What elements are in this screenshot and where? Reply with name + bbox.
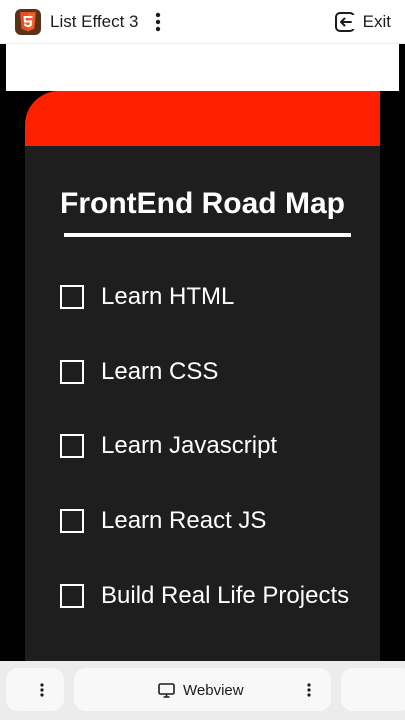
- task-item[interactable]: Learn CSS: [60, 357, 218, 387]
- html5-icon[interactable]: [15, 9, 41, 35]
- bottom-toolbar: Webview: [0, 661, 405, 720]
- task-item[interactable]: Build Real Life Projects: [60, 581, 349, 611]
- webview-label: Webview: [183, 681, 244, 699]
- more-options-icon[interactable]: [151, 10, 165, 34]
- task-label: Learn CSS: [101, 358, 219, 385]
- task-label: Learn React JS: [101, 507, 267, 534]
- monitor-icon: [158, 682, 175, 698]
- task-label: Build Real Life Projects: [101, 582, 350, 609]
- webview-tab-content: Webview: [158, 680, 244, 700]
- left-panel-tab[interactable]: [6, 668, 64, 711]
- task-checkbox[interactable]: [60, 360, 84, 384]
- more-options-graphic: [40, 683, 44, 697]
- task-item[interactable]: Learn Javascript: [60, 431, 277, 461]
- more-options-icon[interactable]: [38, 682, 46, 698]
- card-title: FrontEnd Road Map: [60, 187, 345, 220]
- task-checkbox[interactable]: [60, 584, 84, 608]
- task-checkbox[interactable]: [60, 434, 84, 458]
- title-underline: [64, 233, 351, 237]
- webview-tab[interactable]: Webview: [74, 668, 331, 711]
- task-item[interactable]: Learn HTML: [60, 282, 234, 312]
- card-header: [25, 91, 380, 146]
- more-options-graphic: [155, 12, 161, 32]
- roadmap-card: FrontEnd Road Map Learn HTML Learn CSS L…: [25, 91, 380, 661]
- app-bar: List Effect 3 Exit: [0, 0, 405, 44]
- exit-button[interactable]: Exit: [334, 8, 391, 36]
- webview-preview: FrontEnd Road Map Learn HTML Learn CSS L…: [6, 91, 399, 661]
- task-label: Learn HTML: [101, 283, 235, 310]
- app-title: List Effect 3: [50, 12, 139, 31]
- task-label: Learn Javascript: [101, 432, 278, 459]
- right-panel-tab[interactable]: [341, 668, 405, 711]
- more-options-icon[interactable]: [305, 682, 313, 698]
- address-strip: [6, 44, 399, 91]
- task-item[interactable]: Learn React JS: [60, 506, 266, 536]
- more-options-graphic: [307, 683, 311, 697]
- html5-icon-graphic: [20, 12, 36, 32]
- app-screen: List Effect 3 Exit FrontEnd Road Map Lea…: [0, 0, 405, 720]
- task-checkbox[interactable]: [60, 285, 84, 309]
- exit-label: Exit: [362, 12, 391, 31]
- exit-icon: [334, 12, 356, 32]
- task-checkbox[interactable]: [60, 509, 84, 533]
